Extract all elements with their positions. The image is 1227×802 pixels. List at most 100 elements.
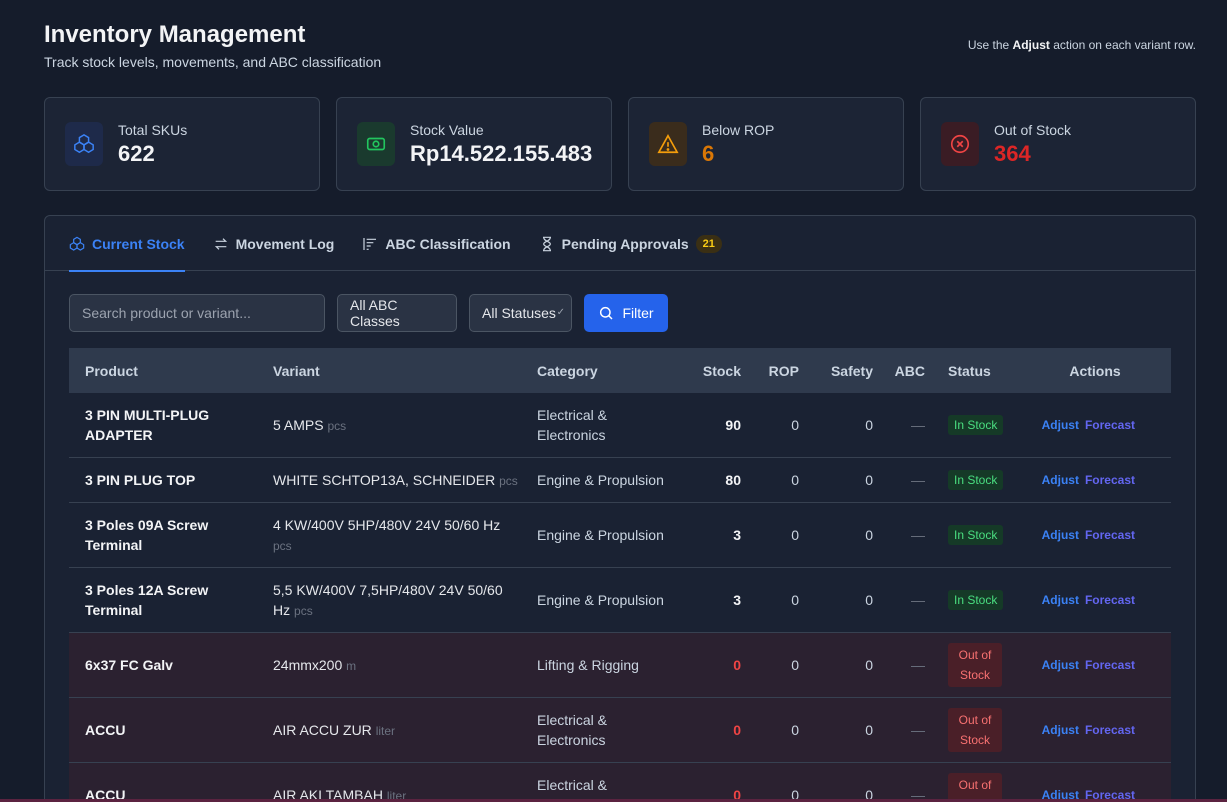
tab-pending-approvals[interactable]: Pending Approvals 21 bbox=[539, 216, 722, 271]
adjust-link[interactable]: Adjust bbox=[1042, 723, 1079, 737]
tab-label: Current Stock bbox=[92, 235, 185, 252]
variant-name: 4 KW/400V 5HP/480V 24V 50/60 Hz bbox=[273, 516, 501, 533]
stat-card-stock-value: Stock Value Rp14.522.155.483 bbox=[336, 97, 612, 191]
status-badge: Out of Stock bbox=[948, 773, 1002, 802]
status-badge: In Stock bbox=[948, 415, 1004, 435]
stat-label: Below ROP bbox=[702, 121, 775, 138]
safety-value: 0 bbox=[865, 417, 873, 433]
table-row[interactable]: 6x37 FC Galv 24mmx200 m Lifting & Rigging 0… bbox=[69, 633, 1171, 698]
table-row[interactable]: 3 Poles 09A Screw Terminal 4 KW/400V 5HP/… bbox=[69, 503, 1171, 568]
col-rop[interactable]: ROP bbox=[749, 363, 807, 379]
warning-icon bbox=[649, 122, 687, 166]
pending-count-badge: 21 bbox=[695, 234, 722, 253]
tab-current-stock[interactable]: Current Stock bbox=[69, 216, 185, 272]
tab-label: Movement Log bbox=[235, 235, 335, 252]
status-cell: In Stock bbox=[933, 415, 1031, 435]
search-icon bbox=[600, 306, 613, 320]
rop-value: 0 bbox=[791, 657, 799, 673]
variant-cell: WHITE SCHTOP13A, SCHNEIDER pcs bbox=[265, 470, 529, 491]
col-stock[interactable]: Stock bbox=[681, 363, 749, 379]
safety-value: 0 bbox=[865, 722, 873, 738]
variant-unit: m bbox=[346, 658, 357, 673]
tab-movement-log[interactable]: Movement Log bbox=[213, 216, 335, 271]
adjust-link[interactable]: Adjust bbox=[1042, 473, 1079, 487]
stat-label: Out of Stock bbox=[994, 121, 1072, 138]
forecast-link[interactable]: Forecast bbox=[1085, 418, 1135, 432]
status-cell: In Stock bbox=[933, 590, 1031, 610]
actions-cell: Adjust Forecast bbox=[1031, 528, 1151, 542]
variant-name: AIR ACCU ZUR bbox=[273, 721, 372, 738]
col-variant[interactable]: Variant bbox=[265, 361, 529, 381]
product-name: ACCU bbox=[85, 722, 126, 738]
variant-unit: pcs bbox=[327, 418, 347, 433]
col-category[interactable]: Category bbox=[529, 361, 681, 381]
forecast-link[interactable]: Forecast bbox=[1085, 723, 1135, 737]
stat-value: Rp14.522.155.483 bbox=[410, 140, 593, 166]
actions-cell: Adjust Forecast bbox=[1031, 418, 1151, 432]
chevron-down-icon: ✓ bbox=[556, 307, 565, 318]
stock-value: 0 bbox=[733, 722, 741, 738]
status-badge: Out of Stock bbox=[948, 708, 1002, 752]
filter-bar: All ABC Classes All Statuses ✓ Filter bbox=[69, 294, 668, 332]
stat-value: 364 bbox=[994, 140, 1031, 166]
adjust-link[interactable]: Adjust bbox=[1042, 528, 1079, 542]
tab-bar: Current Stock Movement Log ABC Classific… bbox=[45, 216, 1195, 272]
safety-value: 0 bbox=[865, 657, 873, 673]
forecast-link[interactable]: Forecast bbox=[1085, 658, 1135, 672]
variant-unit: pcs bbox=[499, 473, 518, 488]
col-product[interactable]: Product bbox=[69, 361, 265, 381]
product-name: 3 Poles 09A Screw Terminal bbox=[85, 517, 209, 553]
category: Electrical & Electronics bbox=[537, 407, 608, 443]
variant-cell: 5 AMPS pcs bbox=[265, 415, 529, 436]
col-status[interactable]: Status bbox=[933, 363, 1031, 379]
hint-prefix: Use the bbox=[967, 38, 1010, 52]
variant-cell: AIR ACCU ZUR liter bbox=[265, 720, 529, 741]
stock-value: 3 bbox=[733, 527, 741, 543]
rop-value: 0 bbox=[791, 592, 799, 608]
category: Engine & Propulsion bbox=[537, 527, 664, 543]
col-abc[interactable]: ABC bbox=[881, 363, 933, 379]
status-cell: Out of Stock bbox=[933, 708, 1031, 752]
variant-cell: 24mmx200 m bbox=[265, 655, 529, 676]
hourglass-icon bbox=[542, 236, 551, 251]
hint-bold: Adjust bbox=[1012, 38, 1050, 52]
tab-abc-classification[interactable]: ABC Classification bbox=[362, 216, 511, 271]
table-row[interactable]: 3 PIN PLUG TOP WHITE SCHTOP13A, SCHNEIDER… bbox=[69, 458, 1171, 503]
rop-value: 0 bbox=[791, 417, 799, 433]
filter-label: Filter bbox=[622, 305, 654, 321]
product-name: 6x37 FC Galv bbox=[85, 657, 173, 673]
table-row[interactable]: ACCU AIR ACCU ZUR liter Electrical & Elect… bbox=[69, 698, 1171, 763]
table-row[interactable]: ACCUAIR AKI TAMBAH literElectrical & Ele… bbox=[69, 763, 1171, 802]
search-input[interactable] bbox=[69, 294, 325, 332]
stat-card-total-skus: Total SKUs 622 bbox=[44, 97, 320, 191]
col-actions: Actions bbox=[1069, 362, 1121, 379]
safety-value: 0 bbox=[865, 527, 873, 543]
stat-label: Stock Value bbox=[410, 121, 484, 138]
actions-cell: Adjust Forecast bbox=[1031, 658, 1151, 672]
abc-value: — bbox=[911, 592, 925, 608]
col-safety[interactable]: Safety bbox=[807, 363, 881, 379]
filter-button[interactable]: Filter bbox=[584, 294, 668, 332]
product-name: 3 PIN MULTI-PLUG ADAPTER bbox=[85, 407, 210, 443]
x-circle-icon bbox=[941, 122, 979, 166]
cubes-icon bbox=[69, 236, 85, 251]
category: Electrical & Electronics bbox=[537, 777, 608, 802]
forecast-link[interactable]: Forecast bbox=[1085, 593, 1135, 607]
status-select[interactable]: All Statuses ✓ bbox=[469, 294, 572, 332]
variant-name: WHITE SCHTOP13A, SCHNEIDER bbox=[273, 471, 496, 488]
money-icon bbox=[357, 122, 395, 166]
abc-class-select[interactable]: All ABC Classes bbox=[337, 294, 457, 332]
adjust-link[interactable]: Adjust bbox=[1042, 593, 1079, 607]
stat-card-out-of-stock: Out of Stock 364 bbox=[920, 97, 1196, 191]
rop-value: 0 bbox=[791, 722, 799, 738]
product-name: 3 PIN PLUG TOP bbox=[85, 472, 196, 488]
forecast-link[interactable]: Forecast bbox=[1085, 473, 1135, 487]
table-row[interactable]: 3 PIN MULTI-PLUG ADAPTER 5 AMPS pcs Electr… bbox=[69, 393, 1171, 458]
stock-value: 3 bbox=[733, 592, 741, 608]
forecast-link[interactable]: Forecast bbox=[1085, 528, 1135, 542]
adjust-link[interactable]: Adjust bbox=[1042, 418, 1079, 432]
adjust-link[interactable]: Adjust bbox=[1042, 658, 1079, 672]
table-row[interactable]: 3 Poles 12A Screw Terminal 5,5 KW/400V 7,… bbox=[69, 568, 1171, 633]
status-cell: In Stock bbox=[933, 470, 1031, 490]
variant-name: 5 AMPS bbox=[273, 416, 324, 433]
